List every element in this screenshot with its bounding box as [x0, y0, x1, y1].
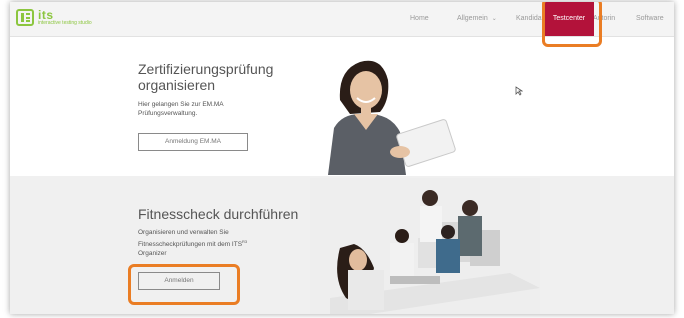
nav-item-label: Home	[410, 15, 429, 22]
logo-icon	[16, 9, 34, 26]
nav-item-label: Allgemein	[457, 15, 488, 22]
section-title: Fitnesscheck durchführen	[138, 206, 299, 222]
section-description: Hier gelangen Sie zur EM.MA Prüfungsverw…	[138, 101, 224, 117]
mouse-cursor-icon	[515, 86, 523, 96]
chevron-down-icon: ⌄	[491, 16, 497, 22]
anmelden-highlight	[128, 264, 240, 305]
anmeldung-emma-button[interactable]: Anmeldung EM.MA	[138, 133, 248, 151]
its-logo[interactable]: its interactive testing studio	[16, 9, 92, 26]
nav-item-label: Software	[636, 15, 664, 22]
section-title: Zertifizierungsprüfung organisieren	[138, 61, 274, 93]
nav-item-home[interactable]: Home	[410, 2, 429, 36]
woman-with-tablet-image	[328, 60, 456, 175]
office-team-image	[310, 178, 540, 314]
section-description: Organisieren und verwalten Sie Fitnessch…	[138, 229, 248, 258]
testcenter-highlight	[542, 2, 602, 47]
nav-item-allgemein[interactable]: Allgemein ⌄	[457, 2, 497, 36]
browser-viewport: its interactive testing studio Home Allg…	[10, 2, 674, 314]
logo-subtitle: interactive testing studio	[38, 20, 92, 26]
nav-item-software[interactable]: Software	[636, 2, 664, 36]
